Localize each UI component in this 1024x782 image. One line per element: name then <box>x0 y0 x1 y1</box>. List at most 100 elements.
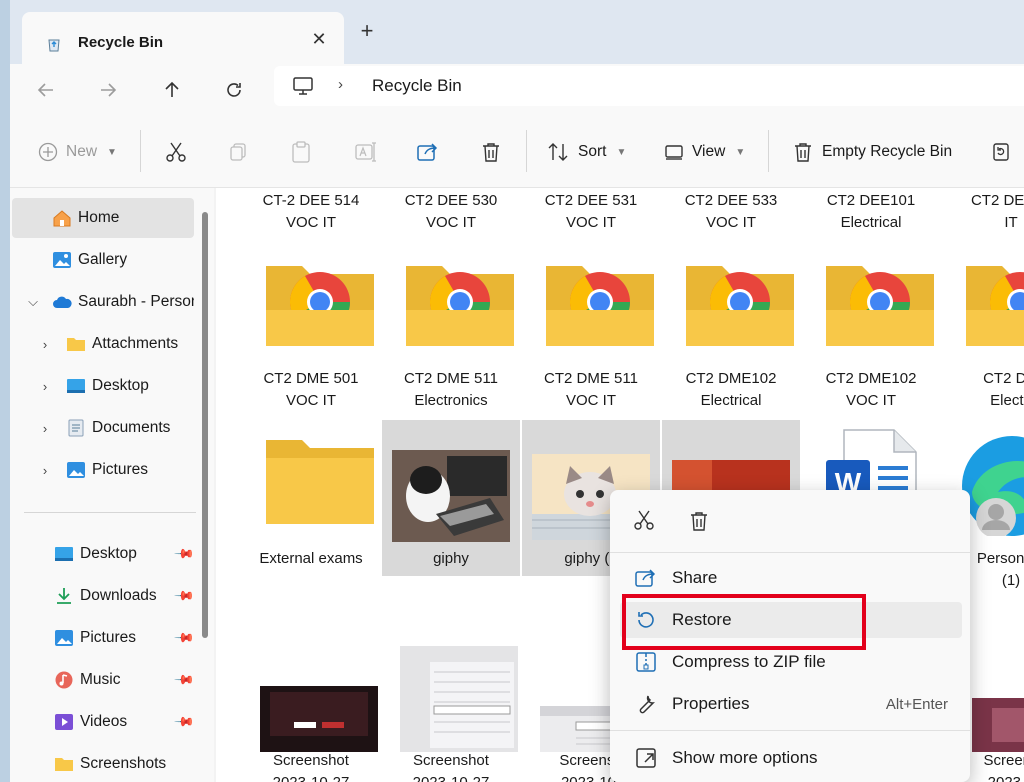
file-item[interactable]: CT2 DEE 531 VOC IT <box>522 188 660 244</box>
scissors-icon[interactable] <box>632 508 656 532</box>
context-menu-quick-actions <box>610 490 970 552</box>
file-name: VOC IT <box>705 214 756 231</box>
file-item[interactable]: CT2 DEE 533 VOC IT <box>662 188 800 244</box>
sidebar-scrollbar[interactable] <box>202 212 208 638</box>
refresh-icon <box>227 83 241 97</box>
folder-name: VOC IT <box>565 392 616 409</box>
chevron-down-icon[interactable]: ⌵ <box>26 294 40 310</box>
pin-icon[interactable]: 📌 <box>173 669 194 692</box>
pictures-icon <box>67 462 85 478</box>
delete-button[interactable] <box>480 138 502 166</box>
folder-item[interactable]: CT2 DME 511 Electronics <box>382 250 520 426</box>
chevron-down-icon: ▼ <box>735 146 746 158</box>
file-name: CT2 DEE 530 <box>404 192 498 209</box>
pin-icon[interactable]: 📌 <box>173 585 194 608</box>
rename-icon <box>355 142 376 162</box>
back-button[interactable] <box>28 72 64 108</box>
tab-strip: Recycle Bin ✕ + <box>10 0 1024 64</box>
share-button[interactable] <box>416 138 440 166</box>
sort-button[interactable]: Sort ▼ <box>546 138 626 166</box>
file-item[interactable]: Screenshot 2023-10-27 <box>242 628 380 782</box>
pin-icon[interactable]: 📌 <box>173 627 194 650</box>
file-name: IT <box>1004 214 1018 231</box>
pin-icon[interactable]: 📌 <box>173 543 194 566</box>
chevron-right-icon[interactable]: › <box>38 421 52 436</box>
menu-item-properties[interactable]: Properties Alt+Enter <box>620 686 962 722</box>
sidebar-item-gallery[interactable]: Gallery <box>12 240 194 280</box>
sidebar-item-documents[interactable]: › Documents <box>12 408 194 448</box>
file-item[interactable]: Screenshot 2023-10-27 <box>382 628 520 782</box>
view-button[interactable]: View ▼ <box>664 138 745 166</box>
sidebar-item-attachments[interactable]: › Attachments <box>12 324 194 364</box>
tab-recycle-bin[interactable]: Recycle Bin ✕ <box>22 12 344 64</box>
menu-item-shortcut: Alt+Enter <box>885 695 948 713</box>
wrench-icon <box>639 695 655 714</box>
file-name: 2023-10-27 <box>413 774 490 782</box>
download-icon <box>57 588 71 604</box>
restore-all-button[interactable] <box>990 138 1012 166</box>
screenshot-thumbnail <box>260 686 378 752</box>
folder-item[interactable]: CT2 DM Electri <box>942 250 1024 426</box>
folder-item[interactable]: CT2 DME 511 VOC IT <box>522 250 660 426</box>
quick-access-desktop[interactable]: Desktop 📌 <box>12 534 194 574</box>
restore-all-icon <box>993 143 1009 161</box>
close-tab-icon[interactable]: ✕ <box>308 28 330 50</box>
screenshot-thumbnail <box>400 646 518 752</box>
folder-item[interactable]: CT2 DME 501 VOC IT <box>242 250 380 426</box>
file-name: CT2 DEE 533 <box>684 192 778 209</box>
sidebar-item-home[interactable]: Home <box>12 198 194 238</box>
chevron-right-icon[interactable]: › <box>38 379 52 394</box>
quick-access-downloads[interactable]: Downloads 📌 <box>12 576 194 616</box>
quick-access-videos[interactable]: Videos 📌 <box>12 702 194 742</box>
address-bar[interactable]: › Recycle Bin <box>274 66 1024 106</box>
menu-item-share[interactable]: Share <box>620 560 962 596</box>
sidebar-item-label: Home <box>78 209 120 226</box>
menu-item-show-more[interactable]: Show more options <box>620 740 962 776</box>
file-item[interactable]: CT2 DEE101 Electrical <box>802 188 940 244</box>
folder-item[interactable]: External exams <box>242 420 380 576</box>
chrome-folder-icon <box>686 266 794 346</box>
folder-icon <box>55 758 73 771</box>
toolbar-divider <box>768 130 769 172</box>
paste-button[interactable] <box>290 138 312 166</box>
zip-icon <box>636 652 656 672</box>
up-button[interactable] <box>154 72 190 108</box>
trash-icon[interactable] <box>688 510 710 532</box>
quick-access-screenshots[interactable]: Screenshots <box>12 744 194 782</box>
new-button[interactable]: New ▼ <box>38 138 117 166</box>
folder-item[interactable]: CT2 DME102 VOC IT <box>802 250 940 426</box>
gallery-icon <box>53 252 71 268</box>
chevron-right-icon[interactable]: › <box>38 337 52 352</box>
breadcrumb-recycle-bin[interactable]: Recycle Bin <box>372 76 462 96</box>
sidebar-item-pictures[interactable]: › Pictures <box>12 450 194 490</box>
sidebar-item-onedrive[interactable]: ⌵ Saurabh - Personal <box>12 282 194 322</box>
folder-item[interactable]: CT2 DME102 Electrical <box>662 250 800 426</box>
folder-name: VOC IT <box>845 392 896 409</box>
pin-icon[interactable]: 📌 <box>173 711 194 734</box>
file-name: CT2 DEE101 <box>826 192 916 209</box>
breadcrumb-separator[interactable]: › <box>338 76 343 93</box>
menu-item-label: Properties <box>672 694 750 713</box>
sidebar-item-desktop[interactable]: › Desktop <box>12 366 194 406</box>
forward-button[interactable] <box>90 72 126 108</box>
file-name: Electrical <box>840 214 902 231</box>
quick-access-pictures[interactable]: Pictures 📌 <box>12 618 194 658</box>
rename-button[interactable] <box>354 138 378 166</box>
quick-access-music[interactable]: Music 📌 <box>12 660 194 700</box>
file-item[interactable]: CT-2 DEE 514 VOC IT <box>242 188 380 244</box>
file-item-selected[interactable]: giphy <box>382 420 520 576</box>
menu-divider <box>610 552 970 553</box>
new-tab-button[interactable]: + <box>356 20 378 42</box>
file-name: VOC IT <box>565 214 616 231</box>
empty-recycle-bin-button[interactable]: Empty Recycle Bin <box>792 138 952 166</box>
file-item[interactable]: CT2 DEE10 IT <box>942 188 1024 244</box>
cut-button[interactable] <box>164 138 188 166</box>
chevron-right-icon[interactable]: › <box>38 463 52 478</box>
refresh-button[interactable] <box>216 72 252 108</box>
copy-button[interactable] <box>228 138 250 166</box>
sidebar-item-label: Attachments <box>92 335 179 352</box>
sidebar-item-label: Saurabh - Personal <box>78 293 194 310</box>
arrow-up-icon <box>165 81 179 97</box>
file-item[interactable]: CT2 DEE 530 VOC IT <box>382 188 520 244</box>
plus-circle-icon <box>38 142 58 162</box>
